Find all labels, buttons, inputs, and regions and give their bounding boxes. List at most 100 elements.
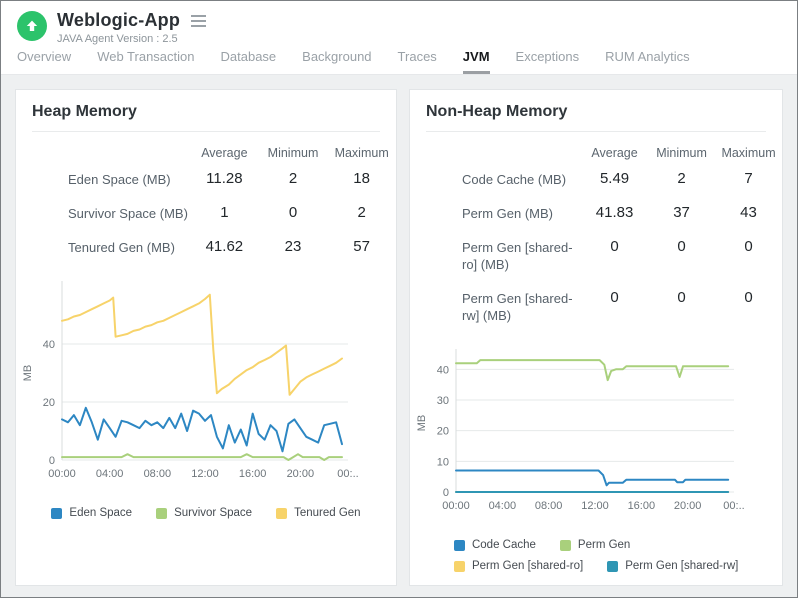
title-block: Weblogic-App JAVA Agent Version : 2.5 xyxy=(57,10,208,45)
metric-value: 0 xyxy=(581,289,648,306)
metric-value: 0 xyxy=(715,238,782,255)
table-header-row: AverageMinimumMaximum xyxy=(68,142,396,162)
tab-exceptions[interactable]: Exceptions xyxy=(516,49,580,74)
svg-text:20: 20 xyxy=(437,426,449,438)
metric-value: 0 xyxy=(581,238,648,255)
panel-divider xyxy=(32,131,380,132)
menu-icon[interactable] xyxy=(189,13,208,29)
row-label: Eden Space (MB) xyxy=(68,170,190,188)
svg-text:0: 0 xyxy=(49,455,55,467)
legend-row: Code Cache Perm Gen xyxy=(410,539,782,551)
legend-label: Survivor Space xyxy=(174,507,252,519)
non-heap-memory-metric-table: AverageMinimumMaximumCode Cache (MB)5.49… xyxy=(462,142,782,332)
series-eden-space xyxy=(62,408,342,452)
tab-background[interactable]: Background xyxy=(302,49,371,74)
metric-value: 11.28 xyxy=(190,170,259,187)
metric-value: 37 xyxy=(648,204,715,221)
table-row-perm-gen-shared-ro-mb: Perm Gen [shared-ro] (MB)000 xyxy=(462,230,782,281)
header-spacer xyxy=(68,146,190,147)
metric-value: 57 xyxy=(327,238,396,255)
svg-text:30: 30 xyxy=(437,395,449,407)
top-bar: Weblogic-App JAVA Agent Version : 2.5 Ov… xyxy=(1,1,797,75)
tab-bar: Overview Web Transaction Database Backgroun… xyxy=(1,49,797,74)
legend-item-perm-gen[interactable]: Perm Gen xyxy=(560,539,630,551)
heap-memory-legend: Eden Space Survivor Space Tenured Gen xyxy=(16,507,396,519)
svg-text:16:00: 16:00 xyxy=(628,500,656,512)
tab-rum-analytics[interactable]: RUM Analytics xyxy=(605,49,690,74)
svg-text:04:00: 04:00 xyxy=(489,500,517,512)
svg-text:MB: MB xyxy=(416,415,428,432)
legend-color-swatch-icon xyxy=(454,540,465,551)
metric-value: 18 xyxy=(327,170,396,187)
table-row-eden-space-mb: Eden Space (MB)11.28218 xyxy=(68,162,396,196)
panel-title-non-heap-memory: Non-Heap Memory xyxy=(410,90,782,131)
non-heap-memory-chart-area: 01020304000:0004:0008:0012:0016:0020:000… xyxy=(410,344,782,525)
app-window: Weblogic-App JAVA Agent Version : 2.5 Ov… xyxy=(0,0,798,598)
svg-text:04:00: 04:00 xyxy=(96,468,124,480)
legend-label: Tenured Gen xyxy=(294,507,361,519)
row-label: Tenured Gen (MB) xyxy=(68,238,190,256)
legend-color-swatch-icon xyxy=(454,561,465,572)
header-spacer xyxy=(462,146,581,147)
panel-heap-memory: Heap MemoryAverageMinimumMaximumEden Spa… xyxy=(15,89,397,586)
svg-text:20:00: 20:00 xyxy=(674,500,702,512)
svg-text:MB: MB xyxy=(22,365,34,382)
legend-color-swatch-icon xyxy=(560,540,571,551)
table-row-perm-gen-mb: Perm Gen (MB)41.833743 xyxy=(462,196,782,230)
series-perm-gen xyxy=(456,360,728,380)
legend-row: Eden Space Survivor Space Tenured Gen xyxy=(16,507,396,519)
svg-text:16:00: 16:00 xyxy=(239,468,267,480)
metric-value: 0 xyxy=(648,238,715,255)
row-label: Survivor Space (MB) xyxy=(68,204,190,222)
header: Weblogic-App JAVA Agent Version : 2.5 xyxy=(1,1,797,49)
legend-item-perm-gen-shared-ro[interactable]: Perm Gen [shared-ro] xyxy=(454,560,583,572)
svg-text:12:00: 12:00 xyxy=(581,500,609,512)
legend-color-swatch-icon xyxy=(51,508,62,519)
series-survivor-space xyxy=(62,454,342,460)
metric-value: 41.83 xyxy=(581,204,648,221)
heap-memory-chart-area: 0204000:0004:0008:0012:0016:0020:0000:..… xyxy=(16,276,396,493)
tab-overview[interactable]: Overview xyxy=(17,49,71,74)
table-header-row: AverageMinimumMaximum xyxy=(462,142,782,162)
status-up-icon xyxy=(17,11,47,41)
tab-traces[interactable]: Traces xyxy=(398,49,437,74)
legend-color-swatch-icon xyxy=(607,561,618,572)
metric-value: 5.49 xyxy=(581,170,648,187)
legend-item-code-cache[interactable]: Code Cache xyxy=(454,539,536,551)
row-label: Perm Gen [shared-rw] (MB) xyxy=(462,289,581,324)
svg-text:40: 40 xyxy=(437,364,449,376)
column-header-maximum: Maximum xyxy=(715,146,782,160)
panel-divider xyxy=(426,131,766,132)
legend-label: Code Cache xyxy=(472,539,536,551)
svg-text:00:..: 00:.. xyxy=(337,468,358,480)
metric-value: 0 xyxy=(715,289,782,306)
row-label: Perm Gen (MB) xyxy=(462,204,581,222)
non-heap-memory-chart: 01020304000:0004:0008:0012:0016:0020:000… xyxy=(412,344,752,520)
tab-database[interactable]: Database xyxy=(221,49,277,74)
legend-color-swatch-icon xyxy=(156,508,167,519)
content-area: Heap MemoryAverageMinimumMaximumEden Spa… xyxy=(1,75,797,598)
svg-text:20: 20 xyxy=(43,397,55,409)
legend-item-eden-space[interactable]: Eden Space xyxy=(51,507,132,519)
metric-value: 0 xyxy=(259,204,328,221)
legend-item-tenured-gen[interactable]: Tenured Gen xyxy=(276,507,361,519)
table-row-code-cache-mb: Code Cache (MB)5.4927 xyxy=(462,162,782,196)
tab-jvm[interactable]: JVM xyxy=(463,49,490,74)
heap-memory-chart: 0204000:0004:0008:0012:0016:0020:0000:..… xyxy=(18,276,366,488)
column-header-minimum: Minimum xyxy=(259,146,328,160)
legend-label: Perm Gen [shared-rw] xyxy=(625,560,738,572)
legend-label: Perm Gen xyxy=(578,539,630,551)
metric-value: 7 xyxy=(715,170,782,187)
svg-text:00:..: 00:.. xyxy=(723,500,744,512)
svg-text:12:00: 12:00 xyxy=(191,468,219,480)
legend-item-survivor-space[interactable]: Survivor Space xyxy=(156,507,252,519)
up-arrow-icon xyxy=(24,18,40,34)
legend-item-perm-gen-shared-rw[interactable]: Perm Gen [shared-rw] xyxy=(607,560,738,572)
svg-text:00:00: 00:00 xyxy=(48,468,76,480)
tab-web-transaction[interactable]: Web Transaction xyxy=(97,49,194,74)
legend-row: Perm Gen [shared-ro] Perm Gen [shared-rw] xyxy=(410,560,782,572)
legend-label: Eden Space xyxy=(69,507,132,519)
table-row-survivor-space-mb: Survivor Space (MB)102 xyxy=(68,196,396,230)
svg-text:08:00: 08:00 xyxy=(144,468,172,480)
svg-text:40: 40 xyxy=(43,339,55,351)
